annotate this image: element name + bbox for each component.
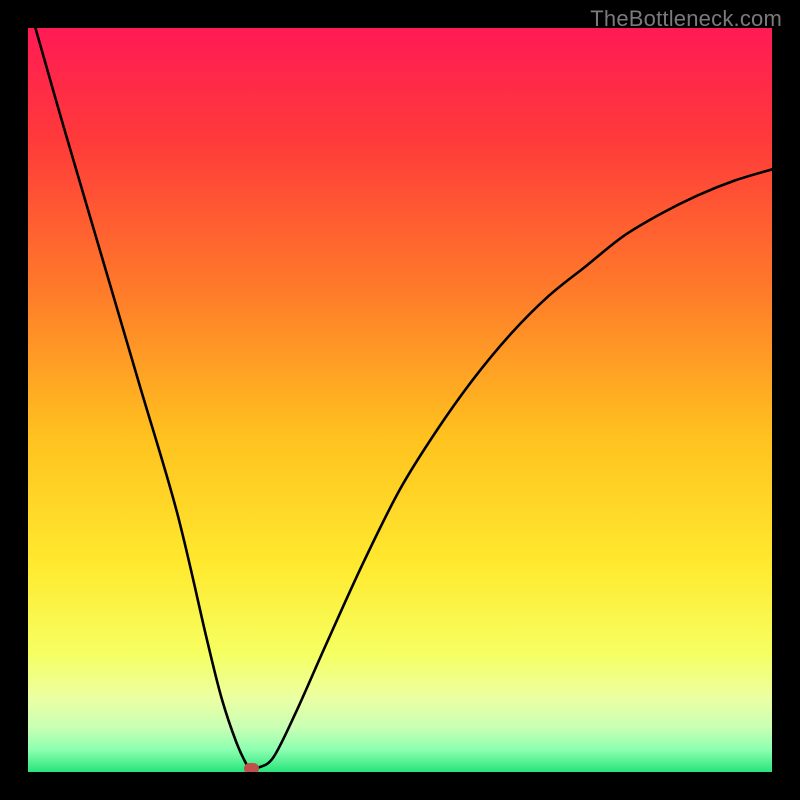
- watermark-text: TheBottleneck.com: [590, 6, 782, 32]
- bottleneck-curve: [28, 28, 772, 772]
- chart-frame: TheBottleneck.com: [0, 0, 800, 800]
- optimal-point-marker: [244, 763, 259, 772]
- plot-area: [28, 28, 772, 772]
